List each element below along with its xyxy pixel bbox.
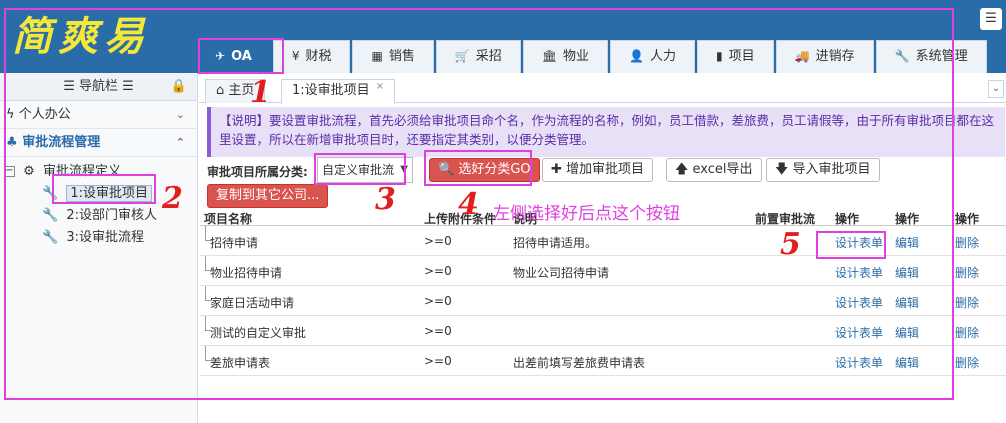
annotation-number: 3 <box>375 182 396 217</box>
annotation-box-select <box>314 153 406 185</box>
chevron-down-icon[interactable]: ⌄ <box>988 80 1004 98</box>
annotation-box-go <box>424 150 532 186</box>
delete-link[interactable]: 删除 <box>955 294 979 311</box>
annotation-number: 2 <box>162 181 183 216</box>
annotation-box-tree <box>52 174 156 204</box>
annotation-number: 5 <box>780 227 801 262</box>
annotation-frame <box>4 8 954 400</box>
annotation-number: 4 <box>458 187 479 222</box>
delete-link[interactable]: 删除 <box>955 354 979 371</box>
annotation-box-design <box>816 231 886 259</box>
delete-link[interactable]: 删除 <box>955 234 979 251</box>
col-op: 操作 <box>955 212 980 226</box>
annotation-number: 1 <box>250 75 271 110</box>
hamburger-icon[interactable]: ☰ <box>980 8 1002 30</box>
annotation-box-oa <box>198 38 284 74</box>
delete-link[interactable]: 删除 <box>955 264 979 281</box>
delete-link[interactable]: 删除 <box>955 324 979 341</box>
annotation-hint: 左侧选择好后点这个按钮 <box>493 204 680 224</box>
app-root: 简爽易 ☰ ✈ OA ¥ 财税 ▦ 销售 🛒 采招 🏛 物业 👤 人力 ▮ 项目 🚚 进销存 🔧… <box>0 0 1006 423</box>
